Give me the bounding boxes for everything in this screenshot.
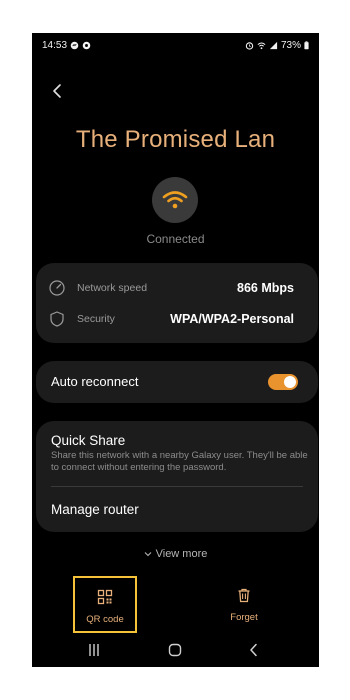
network-speed-value: 866 Mbps bbox=[237, 281, 294, 295]
quick-share-description: Share this network with a nearby Galaxy … bbox=[51, 450, 308, 473]
security-row: Security WPA/WPA2-Personal bbox=[36, 304, 318, 334]
speedometer-icon bbox=[49, 280, 65, 296]
qr-code-label: QR code bbox=[86, 614, 124, 625]
shield-icon bbox=[50, 311, 64, 327]
alarm-icon bbox=[245, 42, 254, 50]
network-name: The Promised Lan bbox=[75, 126, 276, 153]
view-more-button[interactable]: View more bbox=[32, 548, 319, 560]
status-time: 14:53 bbox=[42, 40, 68, 51]
qr-code-button[interactable]: QR code bbox=[73, 576, 137, 633]
wifi-badge bbox=[152, 177, 198, 223]
forget-label: Forget bbox=[230, 612, 258, 623]
navigation-bar bbox=[32, 635, 319, 667]
toggle-knob bbox=[284, 376, 296, 388]
divider bbox=[51, 486, 303, 487]
trash-icon bbox=[238, 588, 250, 603]
manage-router-item[interactable]: Manage router bbox=[51, 502, 139, 517]
battery-icon bbox=[304, 41, 309, 50]
signal-icon bbox=[269, 41, 278, 50]
forget-button[interactable]: Forget bbox=[212, 576, 276, 633]
phone-screen: 14:53 73% The Promised Lan Connected Net… bbox=[32, 33, 319, 667]
auto-reconnect-label: Auto reconnect bbox=[51, 374, 139, 389]
connection-status: Connected bbox=[146, 232, 205, 246]
recents-icon[interactable] bbox=[84, 641, 104, 659]
share-card: Quick Share Share this network with a ne… bbox=[36, 421, 318, 532]
chat-bubble-icon bbox=[70, 41, 79, 50]
network-details-card: Network speed 866 Mbps Security WPA/WPA2… bbox=[36, 263, 318, 343]
security-value: WPA/WPA2-Personal bbox=[170, 312, 294, 326]
qr-code-icon bbox=[97, 589, 113, 605]
wifi-status-icon bbox=[257, 42, 266, 50]
auto-reconnect-card[interactable]: Auto reconnect bbox=[36, 361, 318, 403]
status-right: 73% bbox=[245, 40, 309, 51]
wifi-icon bbox=[162, 191, 188, 209]
chevron-down-icon bbox=[144, 552, 151, 557]
quick-share-title: Quick Share bbox=[51, 433, 126, 448]
wifi-icon bbox=[82, 41, 91, 50]
network-speed-row: Network speed 866 Mbps bbox=[36, 273, 318, 303]
chevron-left-icon[interactable] bbox=[48, 81, 68, 101]
back-nav-icon[interactable] bbox=[244, 641, 264, 659]
auto-reconnect-toggle[interactable] bbox=[268, 374, 298, 390]
home-icon[interactable] bbox=[165, 641, 185, 659]
status-bar: 14:53 73% bbox=[32, 33, 319, 59]
security-label: Security bbox=[77, 313, 115, 325]
view-more-label: View more bbox=[155, 548, 208, 560]
battery-percent: 73% bbox=[280, 40, 301, 51]
network-speed-label: Network speed bbox=[77, 282, 148, 294]
status-left: 14:53 bbox=[42, 40, 91, 51]
